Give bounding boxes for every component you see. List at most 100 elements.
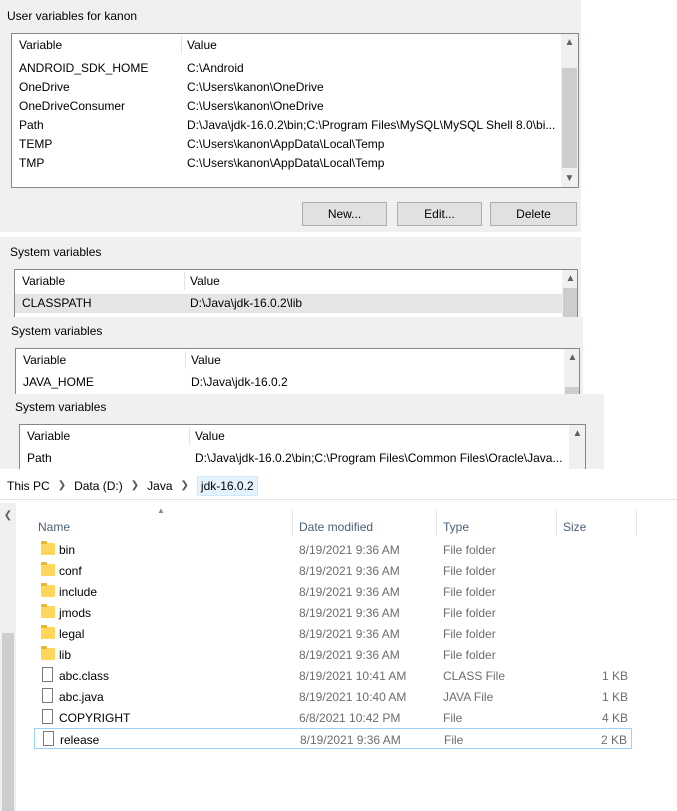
variable-value: C:\Users\kanon\AppData\Local\Temp [187,156,385,170]
variable-name: CLASSPATH [22,296,92,310]
table-row[interactable]: TEMP C:\Users\kanon\AppData\Local\Temp [12,135,578,154]
variable-name: Path [19,118,44,132]
table-row[interactable]: CLASSPATH D:\Java\jdk-16.0.2\lib [15,294,562,313]
file-date: 8/19/2021 9:36 AM [299,627,400,641]
scroll-up-icon[interactable]: ▲ [569,425,585,442]
column-header-variable[interactable]: Variable [27,429,70,443]
variable-name: JAVA_HOME [23,375,94,389]
column-header-date[interactable]: Date modified [299,520,373,534]
user-variables-list[interactable]: Variable Value ANDROID_SDK_HOME C:\Andro… [11,33,579,188]
breadcrumb-item[interactable]: This PC [7,479,50,493]
column-header-variable[interactable]: Variable [23,353,66,367]
scroll-up-icon[interactable]: ▲ [562,270,577,287]
table-row[interactable]: OneDrive C:\Users\kanon\OneDrive [12,78,578,97]
file-date: 8/19/2021 9:36 AM [299,543,400,557]
scroll-up-icon[interactable]: ▲ [561,34,578,51]
variable-value: C:\Android [187,61,244,75]
breadcrumb-item[interactable]: Java [147,479,172,493]
file-name: conf [59,564,82,578]
scrollbar-thumb[interactable] [2,633,14,811]
list-header: Variable Value [16,349,563,371]
file-type: JAVA File [443,690,494,704]
file-row[interactable]: legal 8/19/2021 9:36 AM File folder [34,623,632,644]
variable-name: TMP [19,156,45,170]
vertical-scrollbar[interactable]: ▲ [569,425,585,473]
column-header-name[interactable]: Name [38,520,70,534]
scrollbar-thumb[interactable] [562,68,577,168]
column-divider[interactable] [436,509,437,536]
breadcrumb-item[interactable]: Data (D:) [74,479,123,493]
chevron-right-icon[interactable]: ❯ [131,480,139,491]
variable-value: C:\Users\kanon\OneDrive [187,80,324,94]
system-variables-list[interactable]: Variable Value CLASSPATH D:\Java\jdk-16.… [14,269,578,319]
system-variables-list[interactable]: Variable Value JAVA_HOME D:\Java\jdk-16.… [15,348,580,398]
list-header: Variable Value [20,425,569,447]
file-name: release [60,733,100,747]
file-name: COPYRIGHT [59,711,131,725]
user-variables-panel: User variables for kanon Variable Value … [0,0,581,232]
table-row[interactable]: TMP C:\Users\kanon\AppData\Local\Temp [12,154,578,173]
scroll-up-icon[interactable]: ❮ [0,507,16,524]
vertical-scrollbar[interactable]: ▲ [564,349,579,397]
variable-value: D:\Java\jdk-16.0.2\bin;C:\Program Files\… [195,451,563,465]
scrollbar-thumb[interactable] [563,288,577,318]
column-header-value[interactable]: Value [195,429,225,443]
file-date: 8/19/2021 9:36 AM [299,648,400,662]
file-row[interactable]: abc.class 8/19/2021 10:41 AM CLASS File … [34,665,632,686]
column-header-value[interactable]: Value [190,274,220,288]
file-row[interactable]: conf 8/19/2021 9:36 AM File folder [34,560,632,581]
column-divider [184,272,185,290]
column-divider [181,36,182,54]
vertical-scrollbar[interactable]: ▲ ▼ [561,34,578,187]
file-row[interactable]: bin 8/19/2021 9:36 AM File folder [34,539,632,560]
file-date: 8/19/2021 10:40 AM [299,690,407,704]
breadcrumb[interactable]: This PC ❯ Data (D:) ❯ Java ❯ jdk-16.0.2 [0,472,677,500]
chevron-right-icon[interactable]: ❯ [58,480,66,491]
file-name: include [59,585,98,599]
column-divider[interactable] [556,509,557,536]
column-header-value[interactable]: Value [187,38,217,52]
column-divider[interactable] [292,509,293,536]
system-variables-label: System variables [11,324,103,338]
file-type: File folder [443,627,496,641]
table-row[interactable]: OneDriveConsumer C:\Users\kanon\OneDrive [12,97,578,116]
file-size: 4 KB [601,711,628,725]
file-row[interactable]: jmods 8/19/2021 9:36 AM File folder [34,602,632,623]
file-type: File [444,733,464,747]
file-date: 6/8/2021 10:42 PM [299,711,401,725]
column-divider[interactable] [636,509,637,536]
variable-value: D:\Java\jdk-16.0.2\lib [190,296,303,310]
column-header-size[interactable]: Size [563,520,586,534]
file-row[interactable]: COPYRIGHT 6/8/2021 10:42 PM File 4 KB [34,707,632,728]
new-button[interactable]: New... [302,202,387,226]
chevron-right-icon[interactable]: ❯ [181,480,189,491]
vertical-scrollbar[interactable]: ▲ [562,270,577,318]
column-header-variable[interactable]: Variable [19,38,62,52]
scroll-down-icon[interactable]: ▼ [561,170,578,187]
table-row[interactable]: JAVA_HOME D:\Java\jdk-16.0.2 [16,373,563,392]
file-row-selected[interactable]: release 8/19/2021 9:36 AM File 2 KB [34,728,632,749]
column-header-type[interactable]: Type [443,520,469,534]
navigation-scrollbar[interactable]: ❮ [0,503,16,811]
file-name: abc.class [59,669,110,683]
list-header: Variable Value [12,34,560,56]
column-header-variable[interactable]: Variable [22,274,65,288]
file-row[interactable]: lib 8/19/2021 9:36 AM File folder [34,644,632,665]
table-row[interactable]: ANDROID_SDK_HOME C:\Android [12,59,578,78]
table-row[interactable]: Path D:\Java\jdk-16.0.2\bin;C:\Program F… [20,449,568,468]
file-name: bin [59,543,76,557]
file-name: legal [59,627,85,641]
edit-button[interactable]: Edit... [397,202,482,226]
file-row[interactable]: abc.java 8/19/2021 10:40 AM JAVA File 1 … [34,686,632,707]
file-row[interactable]: include 8/19/2021 9:36 AM File folder [34,581,632,602]
folder-icon [41,583,55,597]
file-date: 8/19/2021 9:36 AM [299,585,400,599]
table-row[interactable]: Path D:\Java\jdk-16.0.2\bin;C:\Program F… [12,116,578,135]
delete-button[interactable]: Delete [490,202,577,226]
breadcrumb-item-current[interactable]: jdk-16.0.2 [196,475,258,496]
system-variables-list[interactable]: Variable Value Path D:\Java\jdk-16.0.2\b… [19,424,586,474]
variable-name: OneDriveConsumer [19,99,126,113]
column-header-value[interactable]: Value [191,353,221,367]
scroll-up-icon[interactable]: ▲ [564,349,579,366]
column-divider [185,351,186,369]
